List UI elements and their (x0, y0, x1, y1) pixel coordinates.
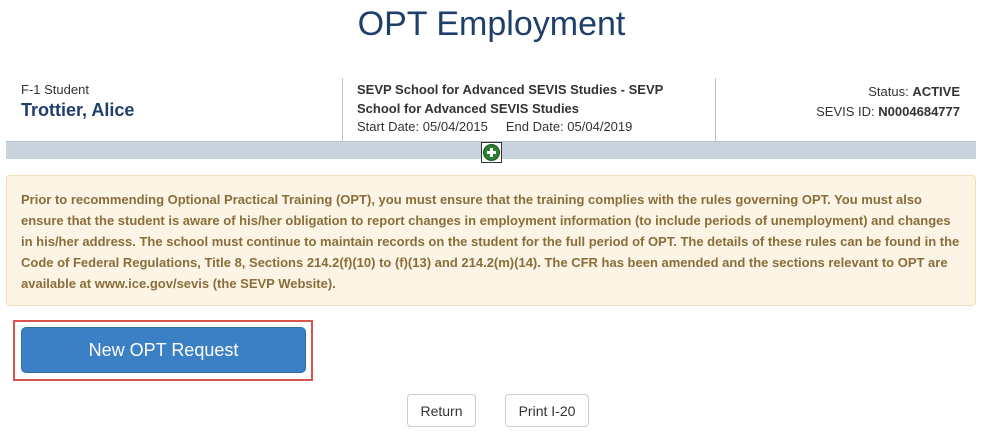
school-name: SEVP School for Advanced SEVIS Studies -… (357, 82, 664, 116)
status-value: ACTIVE (912, 84, 960, 99)
end-date-label: End Date: (505, 119, 564, 134)
opt-notice: Prior to recommending Optional Practical… (6, 175, 976, 306)
sevis-id-label: SEVIS ID: (816, 104, 875, 119)
status-label: Status: (868, 84, 909, 99)
end-date-value: 05/04/2019 (567, 119, 633, 134)
plus-circle-icon[interactable] (483, 144, 500, 161)
student-info: F-1 Student Trottier, Alice (21, 82, 134, 121)
status-row: Status: ACTIVE (816, 82, 960, 102)
student-name: Trottier, Alice (21, 100, 135, 120)
sevis-id-row: SEVIS ID: N0004684777 (816, 102, 960, 122)
expand-toggle[interactable] (481, 142, 502, 163)
start-date-value: 05/04/2015 (422, 119, 488, 134)
student-type: F-1 Student (21, 82, 89, 97)
sevis-id-value: N0004684777 (878, 104, 960, 119)
start-date-label: Start Date: (357, 119, 420, 134)
page-title: OPT Employment (357, 5, 626, 43)
status-info: Status: ACTIVE SEVIS ID: N0004684777 (816, 82, 960, 122)
school-info: SEVP School for Advanced SEVIS Studies -… (342, 78, 716, 141)
student-header: F-1 Student Trottier, Alice SEVP School … (6, 78, 976, 142)
print-i20-button[interactable]: Print I-20 (505, 394, 589, 427)
return-button[interactable]: Return (407, 394, 476, 427)
new-opt-request-button[interactable]: New OPT Request (21, 327, 306, 373)
program-dates: Start Date: 05/04/2015 End Date: 05/04/20… (357, 118, 715, 136)
